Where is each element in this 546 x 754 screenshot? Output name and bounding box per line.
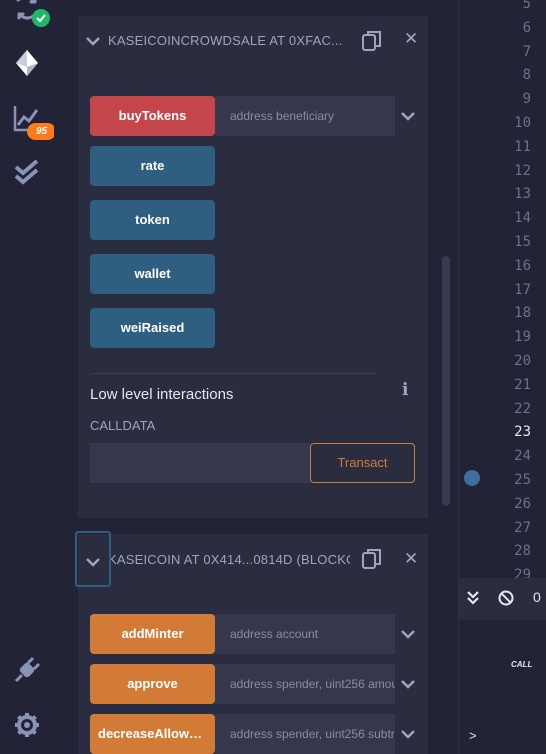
divider (90, 373, 376, 374)
function-args-input[interactable]: address spender, uint256 subtractedValue (215, 714, 395, 754)
low-level-interactions-title: Low level interactions (90, 386, 234, 403)
analysis-warning-badge: 95 (27, 123, 56, 140)
line-number: 7 (522, 43, 531, 60)
line-number: 14 (514, 210, 531, 227)
terminal-prompt[interactable]: > (469, 728, 477, 743)
calldata-label: CALLDATA (90, 418, 156, 433)
line-number: 13 (514, 186, 531, 203)
breakpoint-marker[interactable] (464, 470, 480, 486)
contract-instance-header: KASEICOIN AT 0X414...0814D (BLOCKCHAIN) … (78, 534, 428, 582)
line-number: 17 (514, 281, 531, 298)
function-args-input[interactable]: address account (215, 614, 395, 654)
compile-success-icon (32, 9, 50, 27)
function-args-input[interactable]: address beneficiary (215, 96, 395, 136)
line-number: 11 (514, 138, 531, 155)
function-button-decreaseallowance[interactable]: decreaseAllowance (90, 714, 215, 754)
focus-outline (75, 531, 111, 587)
chevron-down-icon[interactable] (400, 714, 416, 754)
chevron-down-icon[interactable] (400, 614, 416, 654)
function-button-buytokens[interactable]: buyTokens (90, 96, 215, 136)
contract-instance-header: KASEICOINCROWDSALE AT 0XFAC... ✕ (78, 16, 428, 64)
line-number: 24 (514, 448, 531, 465)
line-number: 23 (514, 424, 531, 441)
contract-instance-card: KASEICOIN AT 0X414...0814D (BLOCKCHAIN) … (78, 534, 428, 754)
settings-icon[interactable] (13, 711, 41, 739)
contract-instance-title: KASEICOIN AT 0X414...0814D (BLOCKCHAIN) (108, 552, 350, 567)
line-number-gutter[interactable]: 5 6 7 8 9 10 11 12 13 14 15 16 17 18 19 20 21 22 23 24 25 26 2… (459, 0, 546, 578)
line-number: 20 (514, 353, 531, 369)
unit-test-icon[interactable] (13, 158, 41, 186)
function-args-input[interactable]: address spender, uint256 amount (215, 664, 395, 704)
line-number: 6 (522, 19, 531, 36)
remix-ide: 95 KASEICOINCROWDSALE AT 0XFAC... ✕ buyT… (0, 0, 546, 754)
transact-button[interactable]: Transact (310, 443, 415, 483)
clear-terminal-icon[interactable] (498, 590, 514, 611)
chevron-down-icon[interactable] (86, 33, 100, 51)
copy-address-icon[interactable] (362, 548, 382, 570)
chevron-down-icon[interactable] (400, 96, 416, 136)
line-number: 15 (514, 234, 531, 250)
calldata-input[interactable] (90, 443, 310, 483)
line-number: 9 (522, 91, 531, 108)
double-chevron-down-icon[interactable] (467, 591, 479, 610)
close-icon[interactable]: ✕ (404, 549, 418, 569)
function-button-token[interactable]: token (90, 200, 215, 240)
line-number: 12 (514, 162, 531, 179)
function-button-wallet[interactable]: wallet (90, 254, 215, 294)
deploy-run-icon[interactable] (13, 49, 41, 77)
line-number: 16 (514, 257, 531, 274)
line-number: 26 (514, 495, 531, 512)
function-button-addminter[interactable]: addMinter (90, 614, 215, 654)
line-number: 18 (514, 305, 531, 322)
line-number: 27 (514, 519, 531, 536)
function-button-approve[interactable]: approve (90, 664, 215, 704)
terminal-toolbar: 0 (459, 578, 546, 620)
terminal-output: CALL > (459, 620, 546, 754)
line-number: 5 (522, 0, 531, 12)
copy-address-icon[interactable] (362, 30, 382, 52)
close-icon[interactable]: ✕ (404, 29, 418, 49)
chevron-down-icon[interactable] (400, 664, 416, 704)
deployed-contracts-panel: KASEICOINCROWDSALE AT 0XFAC... ✕ buyToke… (54, 0, 458, 754)
plugin-manager-icon[interactable] (13, 656, 41, 684)
line-number: 22 (514, 400, 531, 417)
line-number: 21 (514, 376, 531, 393)
log-call-tag: CALL (511, 660, 533, 669)
line-number: 28 (514, 543, 531, 560)
line-number: 25 (514, 472, 531, 488)
function-button-weiraised[interactable]: weiRaised (90, 308, 215, 348)
line-number: 19 (514, 329, 531, 346)
line-number: 8 (522, 67, 531, 84)
line-number: 10 (514, 115, 531, 131)
pending-transactions-count: 0 (533, 589, 541, 605)
editor-pane: 5 6 7 8 9 10 11 12 13 14 15 16 17 18 19 20 21 22 23 24 25 26 2… (458, 0, 546, 754)
info-icon[interactable]: i (402, 380, 408, 400)
icon-panel: 95 (0, 0, 56, 754)
line-number: 29 (514, 567, 531, 578)
contract-instance-card: KASEICOINCROWDSALE AT 0XFAC... ✕ buyToke… (78, 16, 428, 518)
contract-instance-title: KASEICOINCROWDSALE AT 0XFAC... (108, 33, 343, 48)
function-button-rate[interactable]: rate (90, 146, 215, 186)
scrollbar[interactable] (442, 256, 450, 506)
